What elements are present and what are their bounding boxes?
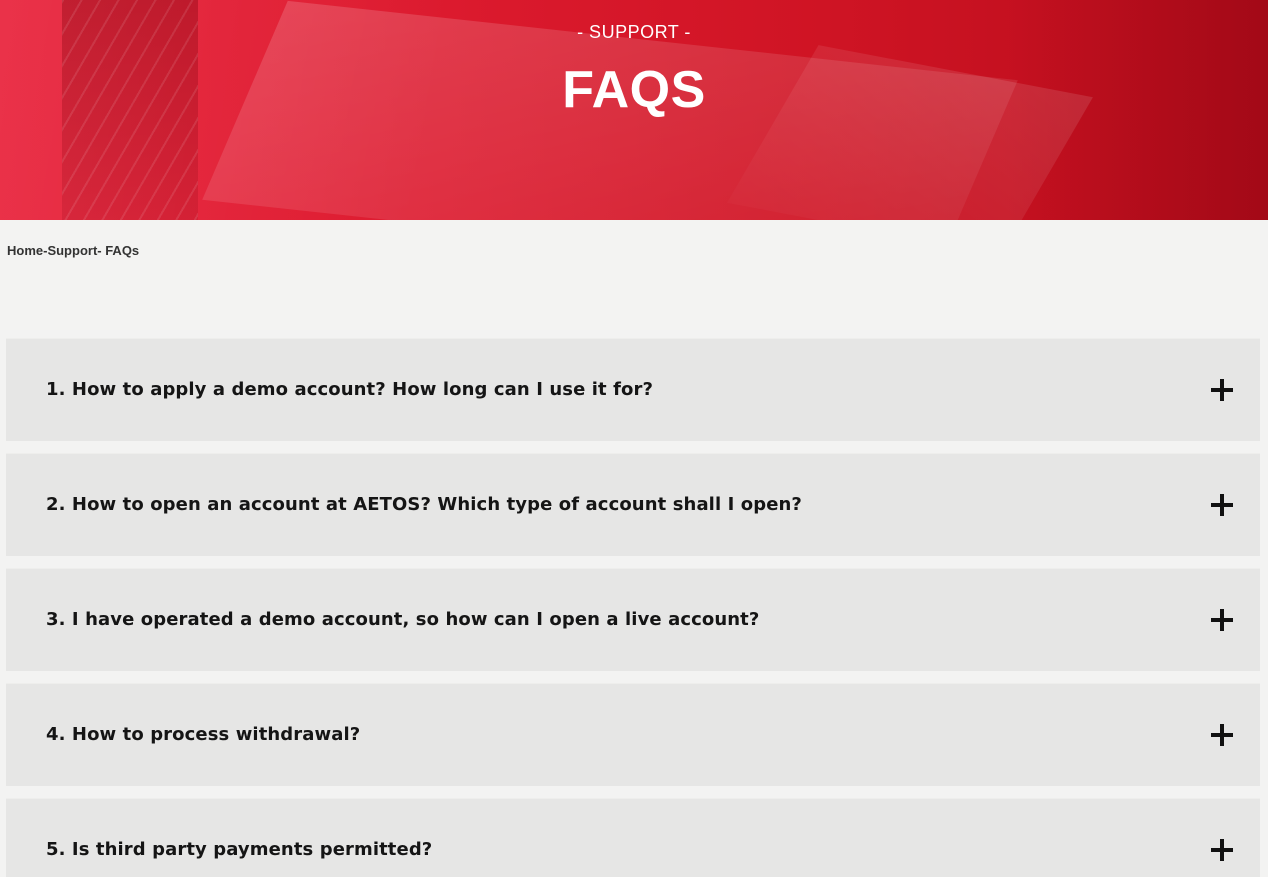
faq-item-2[interactable]: 2. How to open an account at AETOS? Whic… <box>6 453 1260 556</box>
faq-list: 1. How to apply a demo account? How long… <box>6 338 1260 877</box>
faq-item-1[interactable]: 1. How to apply a demo account? How long… <box>6 338 1260 441</box>
faq-question: 4. How to process withdrawal? <box>46 724 361 745</box>
faq-item-3[interactable]: 3. I have operated a demo account, so ho… <box>6 568 1260 671</box>
plus-icon[interactable] <box>1211 839 1233 861</box>
faq-question: 1. How to apply a demo account? How long… <box>46 379 654 400</box>
page-title: FAQS <box>562 61 706 119</box>
hero-banner: - SUPPORT - FAQS <box>0 0 1268 220</box>
faq-item-4[interactable]: 4. How to process withdrawal? <box>6 683 1260 786</box>
faq-item-5[interactable]: 5. Is third party payments permitted? <box>6 798 1260 877</box>
plus-icon[interactable] <box>1211 379 1233 401</box>
plus-icon[interactable] <box>1211 494 1233 516</box>
faq-question: 2. How to open an account at AETOS? Whic… <box>46 494 802 515</box>
faq-question: 3. I have operated a demo account, so ho… <box>46 609 760 630</box>
plus-icon[interactable] <box>1211 609 1233 631</box>
hero-kicker: - SUPPORT - <box>577 22 691 42</box>
faq-question: 5. Is third party payments permitted? <box>46 839 433 860</box>
plus-icon[interactable] <box>1211 724 1233 746</box>
breadcrumb[interactable]: Home-Support- FAQs <box>7 243 139 258</box>
